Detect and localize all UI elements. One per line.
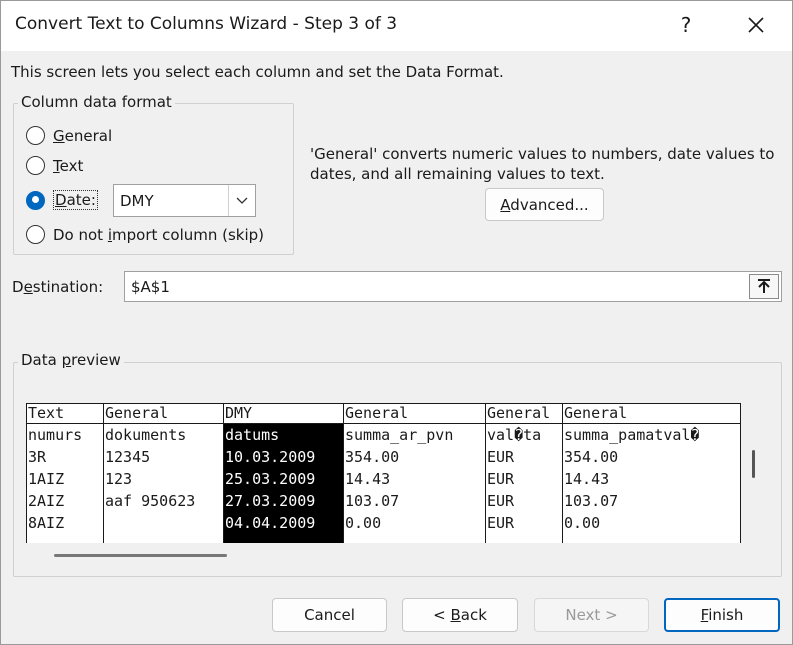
upload-arrow-icon (758, 278, 770, 293)
data-preview-label: Data preview (18, 351, 124, 369)
preview-cell: EUR (487, 448, 515, 466)
preview-cell: 8AIZ (28, 514, 65, 532)
preview-column-1[interactable]: Text numurs 3R 1AIZ 2AIZ 8AIZ (26, 403, 103, 543)
intro-text: This screen lets you select each column … (11, 63, 504, 81)
preview-column-header: General (563, 403, 740, 424)
preview-cell: 1AIZ (28, 470, 65, 488)
preview-cell: numurs (28, 426, 83, 444)
close-icon (748, 17, 764, 33)
preview-cell: aaf 950623 (105, 492, 196, 510)
dialog-window: Convert Text to Columns Wizard - Step 3 … (0, 0, 793, 645)
finish-button[interactable]: Finish (664, 598, 780, 632)
date-format-value: DMY (120, 192, 154, 210)
title-bar: Convert Text to Columns Wizard - Step 3 … (1, 1, 792, 51)
preview-column-header: DMY (224, 403, 343, 424)
next-button[interactable]: Next > (534, 598, 649, 632)
preview-column-6[interactable]: General summa_pamatval� 354.00 14.43 103… (562, 403, 741, 543)
preview-cell: 0.00 (345, 514, 382, 532)
radio-date-label: Date: (53, 190, 98, 210)
preview-cell: val�ta (487, 426, 542, 444)
preview-cell: 354.00 (345, 448, 400, 466)
destination-value: $A$1 (131, 278, 170, 296)
preview-cell: 2AIZ (28, 492, 65, 510)
preview-cell: 10.03.2009 (225, 448, 316, 466)
radio-general-circle[interactable] (26, 126, 45, 145)
preview-horizontal-scrollbar[interactable] (54, 554, 227, 557)
advanced-button[interactable]: Advanced... (485, 188, 604, 221)
collapse-dialog-button[interactable] (749, 274, 779, 299)
preview-cell: 14.43 (345, 470, 391, 488)
preview-cell (104, 512, 223, 534)
preview-cell: 27.03.2009 (225, 492, 316, 510)
preview-cell: dokuments (105, 426, 187, 444)
column-format-label: Column data format (18, 93, 175, 111)
preview-cell: datums (225, 426, 280, 444)
preview-column-3[interactable]: DMY datums 10.03.2009 25.03.2009 27.03.2… (223, 403, 343, 543)
preview-column-5[interactable]: General val�ta EUR EUR EUR EUR (485, 403, 562, 543)
preview-column-2[interactable]: General dokuments 12345 123 aaf 950623 (103, 403, 223, 543)
destination-input[interactable]: $A$1 (124, 271, 782, 302)
preview-column-header: General (104, 403, 223, 424)
radio-general-label: General (53, 126, 113, 145)
radio-general[interactable]: General (26, 126, 112, 145)
help-button[interactable]: ? (663, 9, 709, 41)
preview-cell: 25.03.2009 (225, 470, 316, 488)
data-preview-grid[interactable]: Text numurs 3R 1AIZ 2AIZ 8AIZ General do… (26, 403, 741, 543)
preview-column-header: General (486, 403, 562, 424)
preview-cell: EUR (487, 492, 515, 510)
radio-text-circle[interactable] (26, 156, 45, 175)
radio-text-label: Text (53, 156, 84, 175)
preview-cell: 04.04.2009 (225, 514, 316, 532)
dialog-title: Convert Text to Columns Wizard - Step 3 … (15, 14, 398, 34)
preview-cell: 103.07 (345, 492, 400, 510)
destination-label: Destination: (12, 278, 104, 296)
chevron-down-icon[interactable] (228, 185, 255, 216)
format-description: 'General' converts numeric values to num… (310, 145, 775, 183)
close-button[interactable] (733, 9, 779, 41)
back-button[interactable]: < Back (402, 598, 518, 632)
preview-cell: summa_pamatval� (564, 426, 700, 444)
preview-cell: 3R (28, 448, 47, 466)
preview-cell: summa_ar_pvn (345, 426, 454, 444)
radio-skip-label: Do not import column (skip) (53, 225, 265, 244)
radio-date-circle[interactable] (26, 190, 45, 210)
date-format-select[interactable]: DMY (113, 184, 256, 217)
preview-column-4[interactable]: General summa_ar_pvn 354.00 14.43 103.07… (343, 403, 485, 543)
radio-skip-circle[interactable] (26, 225, 45, 244)
preview-cell: 103.07 (564, 492, 619, 510)
preview-cell: 14.43 (564, 470, 610, 488)
radio-skip[interactable]: Do not import column (skip) (26, 225, 264, 244)
preview-cell: 12345 (105, 448, 151, 466)
preview-cell: 123 (105, 470, 133, 488)
preview-cell: EUR (487, 470, 515, 488)
preview-vertical-scrollbar[interactable] (752, 450, 755, 478)
preview-cell: 0.00 (564, 514, 601, 532)
cancel-button[interactable]: Cancel (272, 598, 387, 632)
preview-column-header: General (344, 403, 485, 424)
preview-cell: 354.00 (564, 448, 619, 466)
preview-column-header: Text (27, 403, 103, 424)
radio-text[interactable]: Text (26, 156, 83, 175)
radio-date[interactable]: Date: (26, 190, 98, 210)
preview-cell: EUR (487, 514, 515, 532)
